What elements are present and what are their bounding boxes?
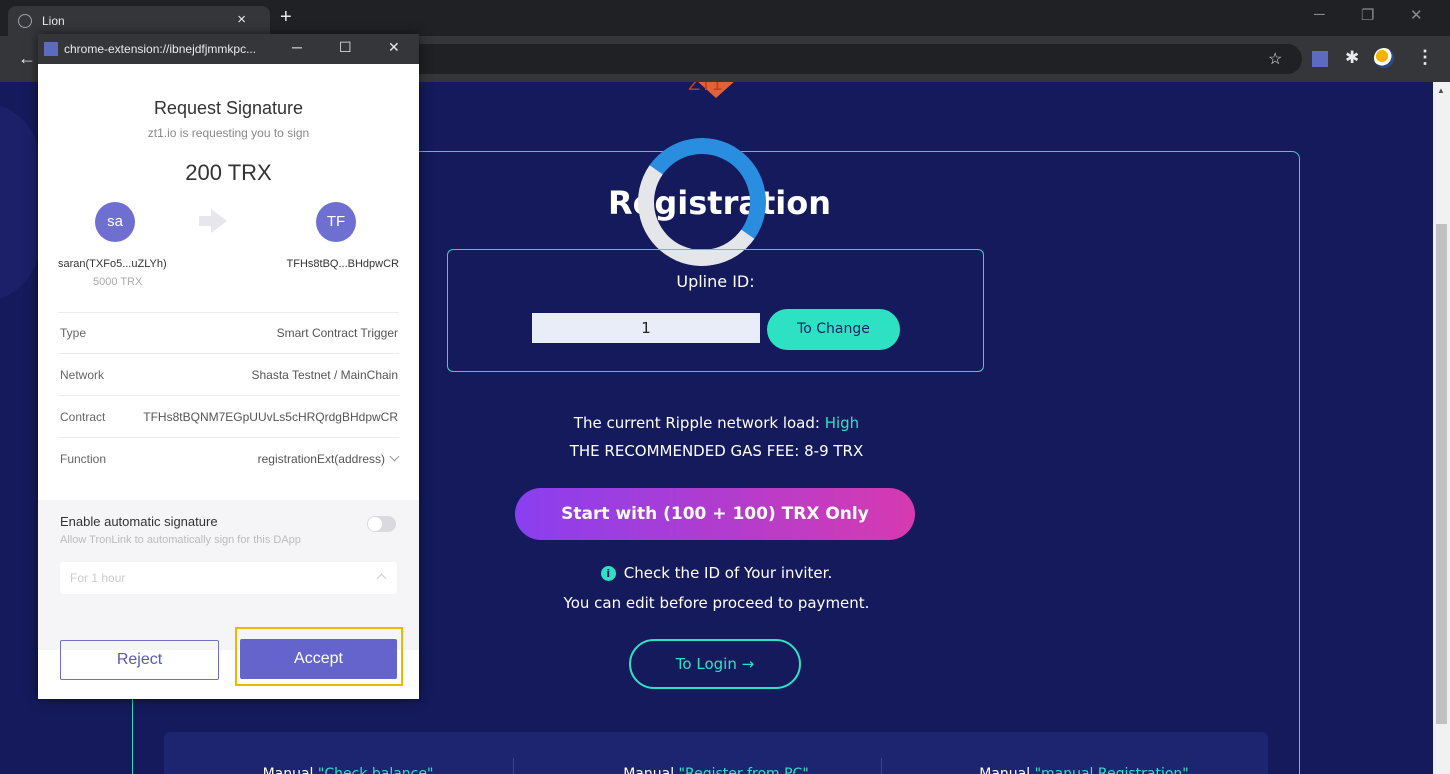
window-restore-button[interactable]: ❐ xyxy=(1361,6,1374,24)
browser-tabstrip: Lion × + ─ ❐ ✕ xyxy=(0,0,1450,36)
upline-label: Upline ID: xyxy=(676,272,755,291)
manual-link: "Register from PC" xyxy=(678,766,809,774)
auto-sign-subtitle: Allow TronLink to automatically sign for… xyxy=(60,534,301,546)
back-arrow-icon[interactable]: ← xyxy=(18,48,36,69)
detail-label-contract: Contract xyxy=(60,410,106,424)
extensions-puzzle-icon[interactable]: ✱ xyxy=(1345,48,1359,68)
bookmark-star-icon[interactable]: ☆ xyxy=(1268,49,1282,69)
divider xyxy=(58,437,399,438)
to-avatar: TF xyxy=(316,202,356,242)
manual-divider xyxy=(513,758,514,774)
detail-label-type: Type xyxy=(60,326,87,340)
window-close-button[interactable]: ✕ xyxy=(1410,6,1423,24)
network-load-value: High xyxy=(824,414,860,432)
auto-sign-title: Enable automatic signature xyxy=(60,514,218,529)
manual-divider xyxy=(881,758,882,774)
auto-sign-duration-select[interactable]: For 1 hour xyxy=(60,562,397,594)
browser-tab[interactable]: Lion × xyxy=(8,6,270,36)
popup-minimize-button[interactable]: ─ xyxy=(292,39,302,55)
to-account-name: TFHs8tBQ...BHdpwCR xyxy=(286,258,399,270)
chevron-up-icon xyxy=(376,573,387,584)
detail-value-function: registrationExt(address) xyxy=(257,452,385,466)
profile-avatar[interactable] xyxy=(1374,48,1394,68)
reject-button[interactable]: Reject xyxy=(60,640,219,680)
popup-body: Request Signature zt1.io is requesting y… xyxy=(38,64,419,699)
function-expand[interactable]: registrationExt(address) xyxy=(257,451,400,466)
new-tab-button[interactable]: + xyxy=(280,6,292,28)
network-load-label: The current Ripple network load: xyxy=(573,414,820,432)
auto-sign-toggle[interactable] xyxy=(367,516,396,532)
chevron-down-icon xyxy=(389,451,400,462)
manual-prefix: Manual xyxy=(623,766,675,774)
manual-link-manual-registration[interactable]: Manual "manual Registration" xyxy=(900,766,1268,774)
page-scrollbar[interactable]: ▲ xyxy=(1433,82,1450,774)
detail-label-network: Network xyxy=(60,368,105,382)
tronlink-extension-icon[interactable] xyxy=(1312,51,1328,67)
manual-prefix: Manual xyxy=(979,766,1031,774)
check-inviter-label: Check the ID of Your inviter. xyxy=(623,564,833,582)
detail-label-function: Function xyxy=(60,452,107,466)
sign-amount: 200 TRX xyxy=(185,160,272,185)
start-registration-button[interactable]: Start with (100 + 100) TRX Only xyxy=(515,488,915,540)
detail-value-type: Smart Contract Trigger xyxy=(276,326,398,340)
info-icon: i xyxy=(600,566,616,581)
popup-url: chrome-extension://ibnejdfjmmkpc... xyxy=(64,42,257,56)
from-avatar: sa xyxy=(95,202,135,242)
detail-value-network: Shasta Testnet / MainChain xyxy=(251,368,398,382)
upline-box: Upline ID: To Change xyxy=(447,249,984,372)
scroll-up-arrow-icon[interactable]: ▲ xyxy=(1437,86,1445,95)
divider xyxy=(58,395,399,396)
manual-link-register-pc[interactable]: Manual "Register from PC" xyxy=(532,766,900,774)
to-change-button[interactable]: To Change xyxy=(767,309,900,350)
popup-titlebar: chrome-extension://ibnejdfjmmkpc... ─ ☐ … xyxy=(38,34,419,64)
globe-icon xyxy=(18,14,32,28)
transfer-arrow-icon xyxy=(199,209,227,233)
popup-close-button[interactable]: ✕ xyxy=(388,39,400,56)
tab-close-icon[interactable]: × xyxy=(237,11,246,28)
from-account-balance: 5000 TRX xyxy=(93,276,143,288)
upline-id-input[interactable] xyxy=(532,313,760,343)
site-logo-text: ZT1 xyxy=(688,82,723,95)
scroll-thumb[interactable] xyxy=(1436,224,1447,724)
arrow-right-icon: → xyxy=(741,655,755,673)
manual-prefix: Manual xyxy=(262,766,314,774)
divider xyxy=(58,312,399,313)
tab-title: Lion xyxy=(42,14,65,28)
to-login-button[interactable]: To Login → xyxy=(629,639,801,689)
window-minimize-button[interactable]: ─ xyxy=(1314,6,1325,23)
duration-value: For 1 hour xyxy=(70,571,126,585)
popup-maximize-button[interactable]: ☐ xyxy=(339,39,352,56)
divider xyxy=(58,353,399,354)
manual-link: "Check balance" xyxy=(317,766,434,774)
popup-subtitle: zt1.io is requesting you to sign xyxy=(147,126,310,140)
manual-link-check-balance[interactable]: Manual "Check balance" xyxy=(164,766,532,774)
to-login-label: To Login xyxy=(675,655,737,673)
detail-value-contract: TFHs8tBQNM7EGpUUvLs5cHRQrdgBHdpwCR xyxy=(143,410,398,424)
manuals-bar: Manual "Check balance" Manual "Register … xyxy=(164,732,1268,774)
signature-popup-window: chrome-extension://ibnejdfjmmkpc... ─ ☐ … xyxy=(38,34,419,699)
accept-button[interactable]: Accept xyxy=(240,639,397,679)
popup-title: Request Signature xyxy=(153,98,304,118)
tronlink-icon xyxy=(44,42,58,56)
manual-link: "manual Registration" xyxy=(1034,766,1189,774)
from-account-name: saran(TXFo5...uZLYh) xyxy=(58,258,167,270)
browser-menu-icon[interactable]: ⋮ xyxy=(1416,47,1434,68)
